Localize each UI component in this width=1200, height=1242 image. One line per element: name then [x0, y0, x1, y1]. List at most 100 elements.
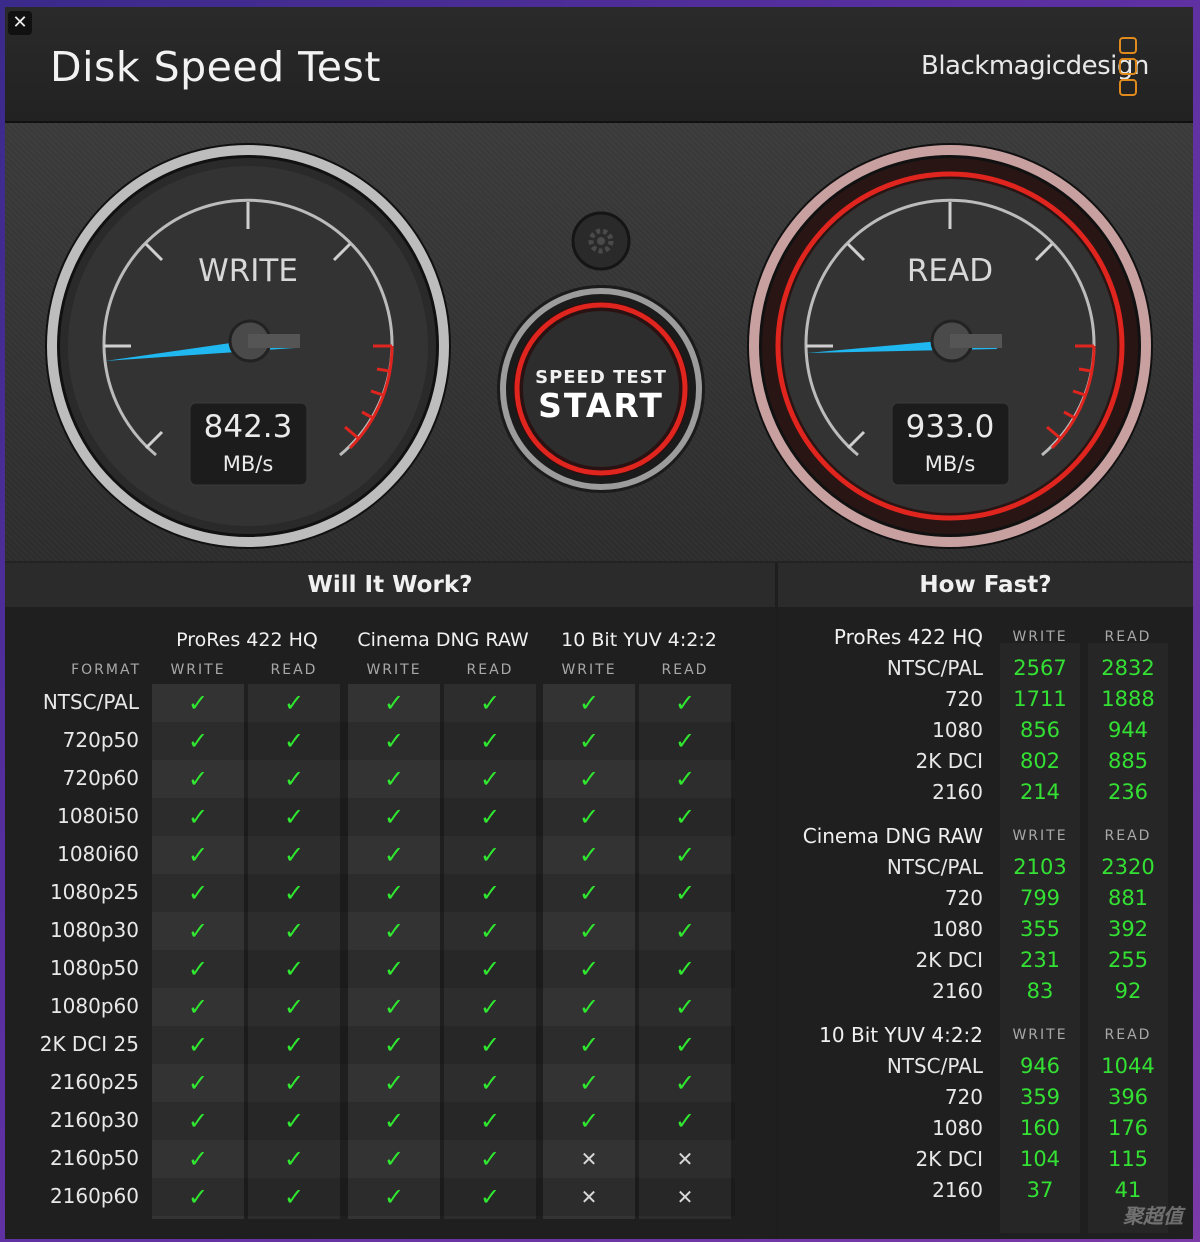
- check-icon: ✓: [187, 955, 209, 983]
- check-icon: ✓: [479, 1107, 501, 1135]
- resolution-label: NTSC/PAL: [886, 656, 983, 680]
- check-icon: ✓: [578, 917, 600, 945]
- check-icon: ✓: [674, 1031, 696, 1059]
- read-fps-value: 176: [1107, 1116, 1149, 1140]
- write-fps-value: 946: [1019, 1054, 1061, 1078]
- read-fps-value: 236: [1107, 780, 1149, 804]
- check-icon: ✓: [674, 727, 696, 755]
- app-title: Disk Speed Test: [50, 43, 381, 91]
- read-column-header: READ: [661, 662, 709, 678]
- check-icon: ✓: [383, 1069, 405, 1097]
- read-gauge: READ 933.0 MB/s: [747, 143, 1153, 549]
- check-icon: ✓: [383, 955, 405, 983]
- read-fps-value: 2832: [1101, 656, 1155, 680]
- check-icon: ✓: [283, 765, 305, 793]
- write-fps-value: 799: [1019, 886, 1061, 910]
- read-fps-value: 2320: [1101, 855, 1155, 879]
- check-icon: ✓: [187, 1145, 209, 1173]
- check-icon: ✓: [578, 765, 600, 793]
- write-column-header: WRITE: [1012, 629, 1068, 645]
- check-icon: ✓: [674, 841, 696, 869]
- write-fps-value: 214: [1019, 780, 1061, 804]
- read-fps-value: 115: [1107, 1147, 1149, 1171]
- read-fps-value: 41: [1114, 1178, 1142, 1202]
- check-icon: ✓: [187, 803, 209, 831]
- read-column-header: READ: [1104, 629, 1152, 645]
- check-icon: ✓: [479, 727, 501, 755]
- write-speed-unit: MB/s: [223, 452, 274, 476]
- check-icon: ✓: [383, 803, 405, 831]
- write-gauge: WRITE 842.3 MB/s: [45, 143, 451, 549]
- format-label: 2160p60: [49, 1184, 139, 1208]
- check-icon: ✓: [187, 727, 209, 755]
- check-icon: ✓: [479, 1031, 501, 1059]
- check-icon: ✓: [674, 803, 696, 831]
- read-column-header: READ: [1104, 828, 1152, 844]
- check-icon: ✓: [283, 1107, 305, 1135]
- check-icon: ✓: [383, 993, 405, 1021]
- brand-logo-icon: [1119, 37, 1137, 100]
- read-column-header: READ: [1104, 1027, 1152, 1043]
- check-icon: ✓: [578, 993, 600, 1021]
- write-fps-value: 83: [1026, 979, 1054, 1003]
- close-icon[interactable]: ✕: [8, 11, 32, 35]
- how-fast-panel: How Fast? ProRes 422 HQ WRITE READ NTSC/PAL…: [778, 563, 1193, 1239]
- check-icon: ✓: [187, 1031, 209, 1059]
- read-fps-value: 944: [1107, 718, 1149, 742]
- write-fps-value: 231: [1019, 948, 1061, 972]
- read-fps-value: 1888: [1101, 687, 1155, 711]
- results-area: Will It Work? ProRes 422 HQ WRITE READ Cine…: [5, 563, 1193, 1239]
- write-fps-value: 2103: [1013, 855, 1067, 879]
- write-fps-value: 856: [1019, 718, 1061, 742]
- group-header: 10 Bit YUV 4:2:2: [561, 629, 717, 651]
- start-button-label: START: [538, 386, 664, 425]
- will-it-work-panel: Will It Work? ProRes 422 HQ WRITE READ Cine…: [5, 563, 775, 1239]
- resolution-label: 2K DCI: [915, 749, 983, 773]
- write-column-header: WRITE: [1012, 1027, 1068, 1043]
- check-icon: ✓: [578, 955, 600, 983]
- read-fps-value: 255: [1107, 948, 1149, 972]
- read-fps-value: 396: [1107, 1085, 1149, 1109]
- write-fps-value: 160: [1019, 1116, 1061, 1140]
- gear-icon[interactable]: [571, 211, 631, 271]
- check-icon: ✓: [479, 689, 501, 717]
- write-fps-value: 359: [1019, 1085, 1061, 1109]
- read-speed-unit: MB/s: [925, 452, 976, 476]
- group-header: 10 Bit YUV 4:2:2: [819, 1023, 983, 1047]
- format-label: 1080i50: [57, 804, 139, 828]
- check-icon: ✓: [187, 917, 209, 945]
- format-label: 1080p50: [49, 956, 139, 980]
- check-icon: ✓: [283, 955, 305, 983]
- check-icon: ✓: [674, 879, 696, 907]
- check-icon: ✓: [479, 993, 501, 1021]
- title-bar: ✕ Disk Speed Test Blackmagicdesign: [5, 7, 1193, 123]
- speed-test-start-button[interactable]: SPEED TEST START: [495, 283, 707, 495]
- watermark: 聚超值: [1123, 1204, 1183, 1228]
- check-icon: ✓: [674, 917, 696, 945]
- write-column-header: WRITE: [170, 662, 226, 678]
- write-fps-value: 355: [1019, 917, 1061, 941]
- check-icon: ✓: [283, 1069, 305, 1097]
- check-icon: ✓: [283, 841, 305, 869]
- check-icon: ✓: [383, 841, 405, 869]
- check-icon: ✓: [187, 765, 209, 793]
- check-icon: ✓: [283, 727, 305, 755]
- check-icon: ✓: [578, 841, 600, 869]
- check-icon: ✓: [479, 1145, 501, 1173]
- format-label: 1080i60: [57, 842, 139, 866]
- gauge-area: WRITE 842.3 MB/s SPEED TEST START READ 9…: [5, 123, 1193, 561]
- cross-icon: ✕: [580, 1185, 598, 1209]
- check-icon: ✓: [479, 917, 501, 945]
- check-icon: ✓: [578, 1031, 600, 1059]
- resolution-label: 2160: [932, 1178, 983, 1202]
- check-icon: ✓: [383, 1031, 405, 1059]
- check-icon: ✓: [187, 1069, 209, 1097]
- cross-icon: ✕: [580, 1147, 598, 1171]
- check-icon: ✓: [187, 1183, 209, 1211]
- check-icon: ✓: [578, 1069, 600, 1097]
- check-icon: ✓: [674, 1107, 696, 1135]
- check-icon: ✓: [283, 993, 305, 1021]
- check-icon: ✓: [674, 689, 696, 717]
- write-column-header: WRITE: [366, 662, 422, 678]
- check-icon: ✓: [479, 765, 501, 793]
